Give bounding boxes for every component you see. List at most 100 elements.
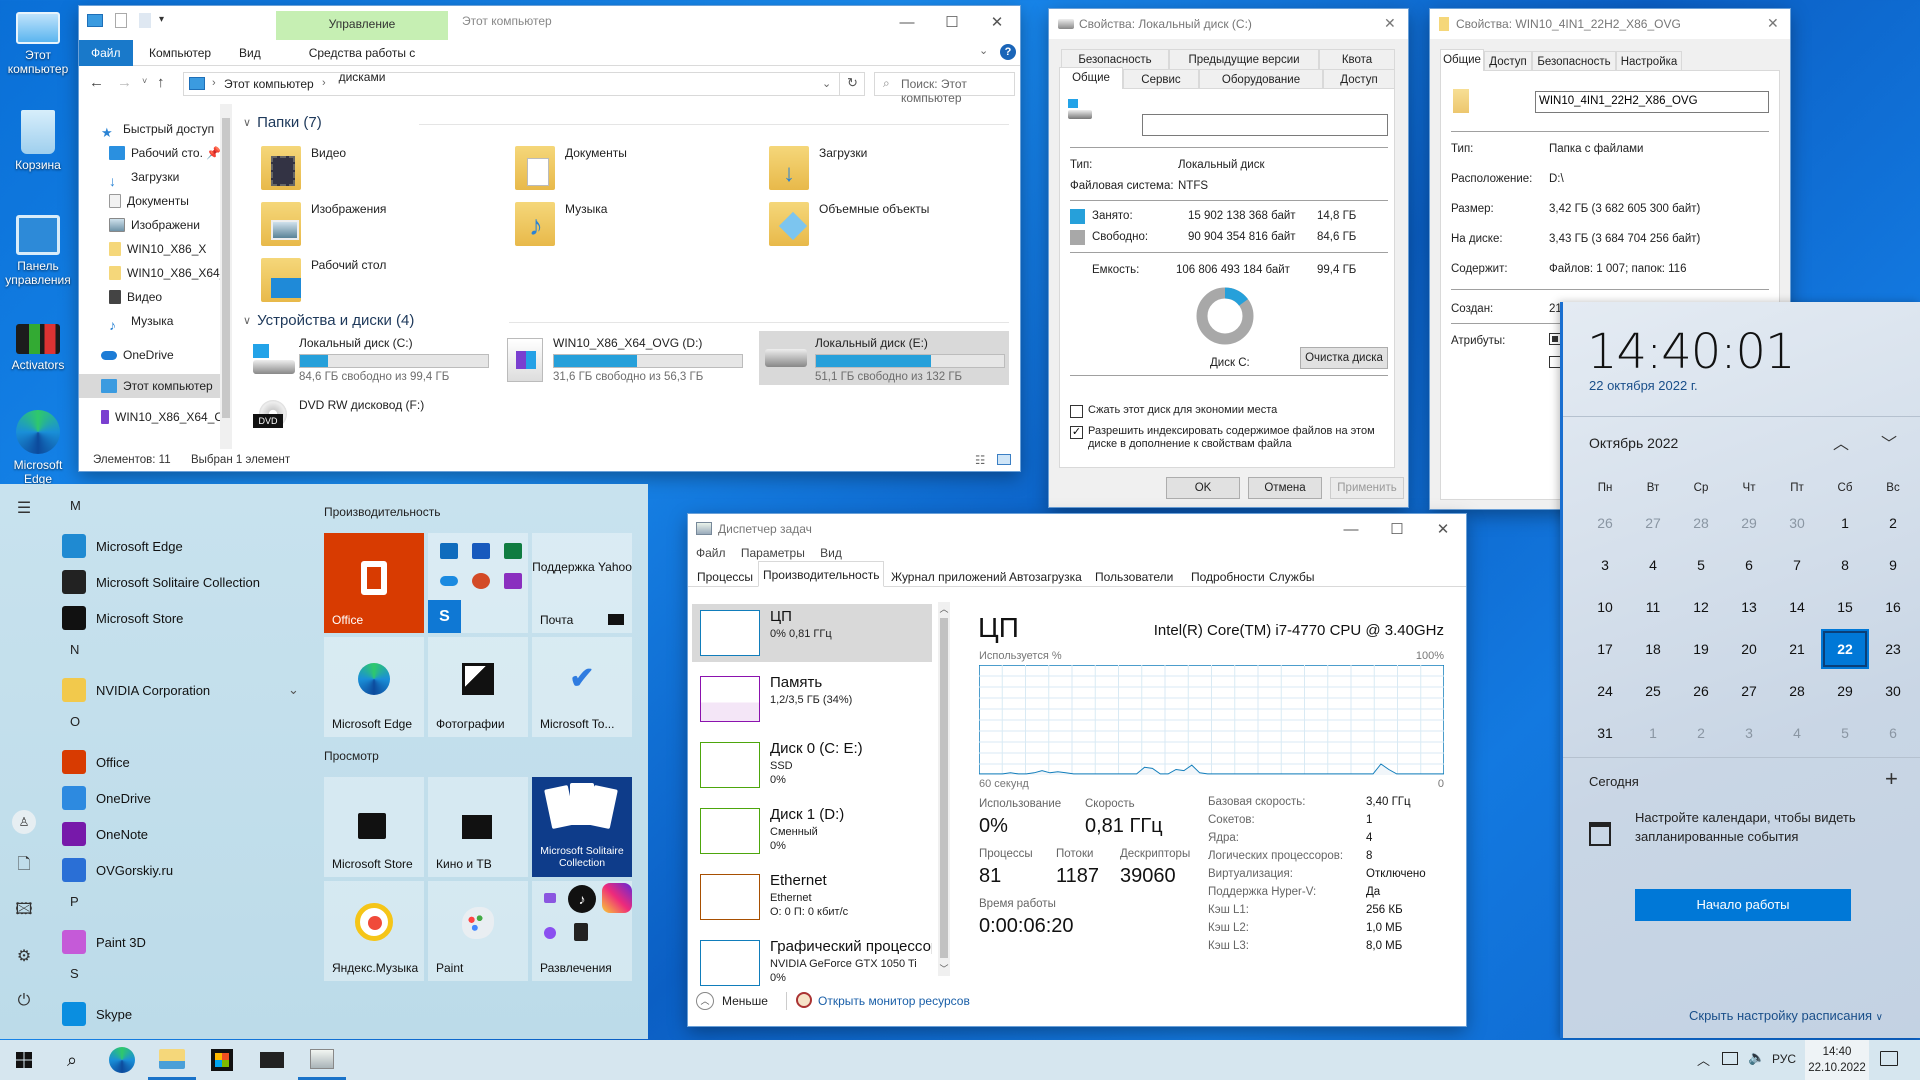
tab-3[interactable]: Автозагрузка (1004, 565, 1087, 587)
maximize-button[interactable]: ☐ (929, 6, 975, 38)
tab-customize[interactable]: Настройка (1616, 51, 1682, 71)
calendar-day[interactable]: 6 (1725, 545, 1773, 585)
nav-item-this-pc[interactable]: Этот компьютер (79, 374, 227, 398)
folder-desktop[interactable]: Рабочий стол (261, 258, 386, 302)
folder-documents[interactable]: Документы (515, 146, 627, 190)
close-button[interactable]: ✕ (1384, 15, 1396, 32)
skype-icon[interactable]: S (428, 600, 461, 633)
taskbar-task-manager[interactable] (298, 1040, 346, 1080)
settings-gear-icon[interactable]: ⚙ (12, 944, 36, 968)
calendar-day[interactable]: 24 (1581, 671, 1629, 711)
expand-ribbon-icon[interactable]: ⌄ (979, 44, 988, 57)
nav-item-videos[interactable]: Видео (109, 286, 162, 308)
calendar-day[interactable]: 29 (1821, 671, 1869, 711)
tab-sharing[interactable]: Доступ (1323, 69, 1395, 89)
tile-todo[interactable]: ✔ Microsoft To... (532, 637, 632, 737)
calendar-day[interactable]: 27 (1725, 671, 1773, 711)
tile-movies-tv[interactable]: Кино и ТВ (428, 777, 528, 877)
tab-2[interactable]: Журнал приложений (886, 565, 1011, 587)
calendar-day[interactable]: 8 (1821, 545, 1869, 585)
calendar-day[interactable]: 4 (1773, 713, 1821, 753)
clock-date-link[interactable]: 22 октября 2022 г. (1589, 378, 1698, 393)
tile-paint[interactable]: Paint (428, 881, 528, 981)
calendar-day[interactable]: 11 (1629, 587, 1677, 627)
calendar-day[interactable]: 25 (1629, 671, 1677, 711)
ok-button[interactable]: OK (1166, 477, 1240, 499)
nav-item-documents[interactable]: Документы (109, 190, 189, 212)
desktop-icon-recycle-bin[interactable]: Корзина (0, 110, 76, 172)
apply-button[interactable]: Применить (1330, 477, 1404, 499)
volume-icon[interactable]: 🔈 (1748, 1049, 1765, 1066)
folder-pictures[interactable]: Изображения (261, 202, 386, 246)
nav-item-folder[interactable]: WIN10_X86_X64_ (109, 262, 226, 284)
calendar-day[interactable]: 26 (1581, 503, 1629, 543)
calendar-day[interactable]: 1 (1821, 503, 1869, 543)
tile-entertainment-folder[interactable]: ♪ Развлечения (532, 881, 632, 981)
resource-item[interactable]: Диск 1 (D:) Сменный 0% (692, 802, 932, 860)
calendar-day[interactable]: 3 (1725, 713, 1773, 753)
desktop-icon-edge[interactable]: Microsoft Edge (0, 410, 76, 486)
taskbar-edge[interactable] (98, 1040, 146, 1080)
calendar-day[interactable]: 16 (1869, 587, 1917, 627)
menu-view[interactable]: Вид (820, 546, 842, 560)
drive-c[interactable]: Локальный диск (C:) 84,6 ГБ свободно из … (249, 336, 494, 384)
refresh-icon[interactable]: ↻ (839, 72, 865, 96)
drive-label-input[interactable] (1142, 114, 1388, 136)
nav-item-drive-d[interactable]: WIN10_X86_X64_C (101, 406, 223, 428)
nav-item-pictures[interactable]: Изображени (109, 214, 200, 236)
close-button[interactable]: ✕ (1420, 514, 1466, 544)
scrollbar-thumb[interactable] (222, 118, 230, 418)
folder-music[interactable]: ♪ Музыка (515, 202, 607, 246)
calendar-day[interactable]: 15 (1821, 587, 1869, 627)
tab-hardware[interactable]: Оборудование (1199, 69, 1323, 89)
app-list-item[interactable]: Microsoft Solitaire Collection (62, 566, 260, 598)
calendar-day[interactable]: 30 (1773, 503, 1821, 543)
app-list-letter-header[interactable]: N (70, 642, 79, 657)
nav-item-quick-access[interactable]: ★ Быстрый доступ (101, 118, 214, 140)
tile-photos[interactable]: Фотографии (428, 637, 528, 737)
tab-security[interactable]: Безопасность (1532, 51, 1616, 71)
nav-item-onedrive[interactable]: OneDrive (101, 344, 174, 366)
action-center-icon[interactable] (1880, 1051, 1898, 1066)
app-list-item[interactable]: OneNote (62, 818, 148, 850)
tile-store[interactable]: Microsoft Store (324, 777, 424, 877)
resource-list-scrollbar[interactable]: ︿ ﹀ (938, 602, 950, 976)
tab-general[interactable]: Общие (1440, 49, 1484, 71)
section-header-drives[interactable]: ∨ Устройства и диски (4) (243, 312, 414, 329)
calendar-day[interactable]: 28 (1677, 503, 1725, 543)
documents-icon[interactable]: 🗋 (12, 854, 36, 878)
app-list-letter-header[interactable]: M (70, 498, 81, 513)
nav-scrollbar[interactable] (220, 104, 232, 449)
tab-sharing[interactable]: Доступ (1484, 51, 1532, 71)
tab-tools[interactable]: Сервис (1123, 69, 1199, 89)
scroll-down-icon[interactable]: ﹀ (938, 962, 950, 976)
tab-0[interactable]: Процессы (692, 565, 758, 587)
chevron-down-icon[interactable]: ⌄ (288, 682, 299, 698)
calendar-day[interactable]: 23 (1869, 629, 1917, 669)
chevron-up-icon[interactable]: ︿ (696, 992, 714, 1010)
open-resource-monitor-link[interactable]: Открыть монитор ресурсов (818, 994, 970, 1008)
app-list-letter-header[interactable]: P (70, 894, 79, 909)
minimize-button[interactable]: — (884, 6, 930, 38)
calendar-day[interactable]: 1 (1629, 713, 1677, 753)
compress-checkbox[interactable] (1070, 405, 1083, 418)
tab-1[interactable]: Производительность (758, 561, 885, 587)
tab-file[interactable]: Файл (79, 40, 133, 66)
breadcrumb-this-pc[interactable]: Этот компьютер (224, 77, 314, 91)
start-button[interactable] (0, 1040, 48, 1080)
details-view-icon[interactable]: ☷ (975, 453, 985, 467)
show-hidden-icons-button[interactable]: ︿ (1697, 1050, 1710, 1069)
app-list-letter-header[interactable]: O (70, 714, 80, 729)
app-list-item[interactable]: Paint 3D (62, 926, 146, 958)
new-folder-icon[interactable] (139, 13, 151, 28)
drive-f-dvd[interactable]: DVD DVD RW дисковод (F:) (249, 398, 494, 446)
calendar-day[interactable]: 27 (1629, 503, 1677, 543)
desktop-icon-this-pc[interactable]: Этот компьютер (0, 6, 76, 76)
calendar-day[interactable]: 17 (1581, 629, 1629, 669)
pictures-icon[interactable]: 🖾 (12, 899, 36, 923)
taskbar-mail[interactable] (248, 1040, 296, 1080)
app-list-letter-header[interactable]: S (70, 966, 79, 981)
address-bar[interactable]: › Этот компьютер › ⌄ ↻ (183, 72, 865, 96)
calendar-day[interactable]: 26 (1677, 671, 1725, 711)
tile-solitaire[interactable]: Microsoft Solitaire Collection (532, 777, 632, 877)
